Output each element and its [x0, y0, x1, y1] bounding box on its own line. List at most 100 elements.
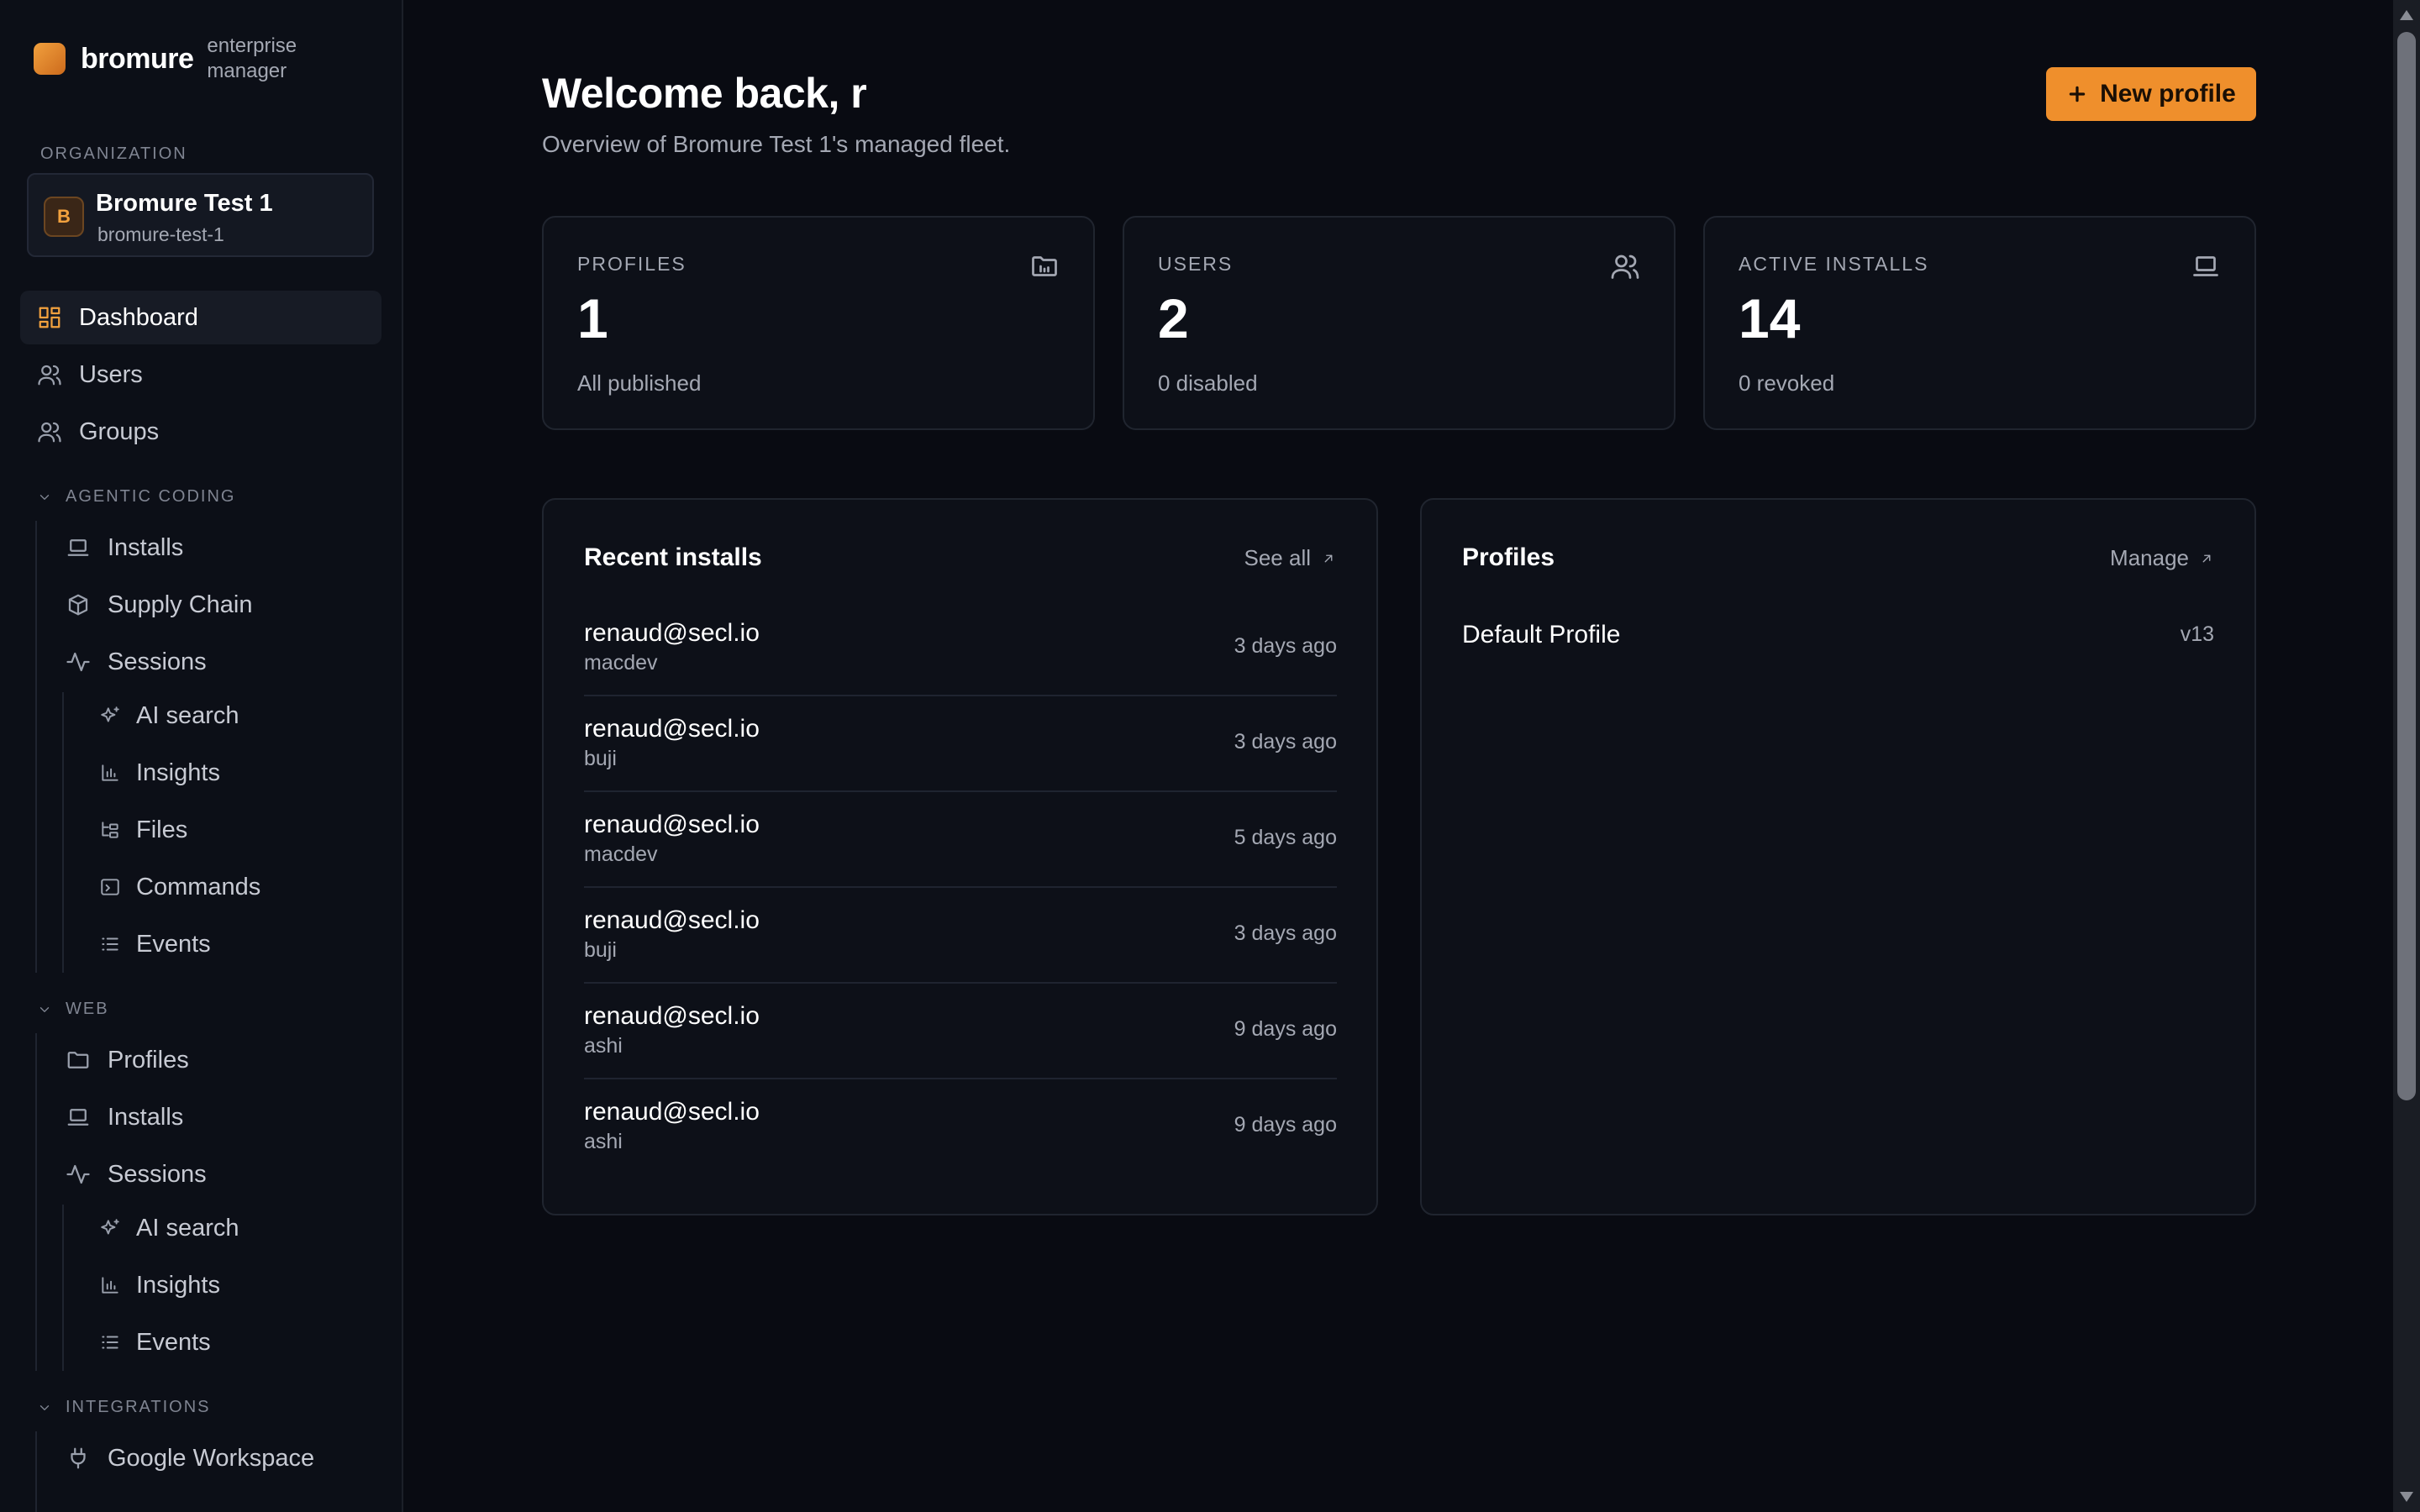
terminal-icon — [101, 879, 119, 895]
sidebar-item-groups[interactable]: Groups — [20, 405, 381, 459]
brand-subtitle: enterprise manager — [207, 34, 297, 82]
organization-label: ORGANIZATION — [40, 144, 187, 163]
install-row[interactable]: renaud@secl.io ashi 9 days ago — [584, 1079, 1337, 1175]
page-scrollbar[interactable] — [2393, 0, 2420, 1512]
scroll-thumb[interactable] — [2397, 32, 2416, 1100]
sidebar-item-web-events[interactable]: Events — [81, 1315, 375, 1369]
install-time: 9 days ago — [1234, 1017, 1337, 1041]
sidebar-item-agentic-commands[interactable]: Commands — [81, 860, 375, 914]
sidebar-item-supply-chain[interactable]: Supply Chain — [49, 578, 376, 632]
new-profile-button[interactable]: New profile — [2046, 67, 2256, 121]
stat-value: 14 — [1739, 287, 1801, 349]
scroll-up-arrow[interactable] — [2400, 10, 2413, 20]
sidebar-item-label: Google Workspace — [108, 1444, 315, 1472]
laptop-icon — [67, 1109, 89, 1126]
sidebar-item-web-profiles[interactable]: Profiles — [49, 1033, 376, 1087]
page-title: Welcome back, r — [542, 70, 867, 117]
see-all-link[interactable]: See all — [1244, 545, 1337, 571]
sidebar-item-agentic-installs[interactable]: Installs — [49, 521, 376, 575]
sidebar-item-agentic-files[interactable]: Files — [81, 803, 375, 857]
sidebar-item-web-installs[interactable]: Installs — [49, 1090, 376, 1144]
group-title: AGENTIC CODING — [66, 487, 236, 506]
sidebar-item-label: Events — [136, 930, 211, 958]
install-row[interactable]: renaud@secl.io macdev 5 days ago — [584, 792, 1337, 888]
group-agentic-coding[interactable]: AGENTIC CODING — [37, 487, 235, 507]
sidebar-item-label: Insights — [136, 1271, 220, 1299]
bar-chart-icon — [102, 764, 118, 781]
brand-logo — [34, 43, 66, 75]
install-row[interactable]: renaud@secl.io buji 3 days ago — [584, 888, 1337, 984]
list-icon — [102, 1336, 118, 1349]
sparkles-icon — [101, 706, 119, 722]
stat-value: 2 — [1158, 287, 1189, 349]
group-integrations[interactable]: INTEGRATIONS — [37, 1398, 211, 1417]
laptop-icon — [67, 539, 89, 556]
stat-card-users[interactable]: USERS 2 0 disabled — [1123, 216, 1676, 430]
install-host: macdev — [584, 651, 658, 675]
install-email: renaud@secl.io — [584, 1098, 760, 1126]
install-row[interactable]: renaud@secl.io buji 3 days ago — [584, 696, 1337, 792]
install-host: macdev — [584, 843, 658, 866]
sidebar-item-web-ai-search[interactable]: AI search — [81, 1201, 375, 1255]
install-row[interactable]: renaud@secl.io macdev 3 days ago — [584, 601, 1337, 696]
sidebar-item-agentic-ai-search[interactable]: AI search — [81, 689, 375, 743]
sidebar-item-label: Files — [136, 816, 188, 843]
group-title: INTEGRATIONS — [66, 1398, 211, 1416]
sidebar-item-dashboard[interactable]: Dashboard — [20, 291, 381, 344]
sidebar-item-users[interactable]: Users — [20, 348, 381, 402]
profiles-panel: Profiles Manage Default Profile v13 — [1420, 498, 2256, 1215]
stat-card-active-installs[interactable]: ACTIVE INSTALLS 14 0 revoked — [1703, 216, 2256, 430]
sidebar-item-web-sessions[interactable]: Sessions — [49, 1147, 376, 1201]
sidebar-item-label: Installs — [108, 533, 184, 561]
install-time: 3 days ago — [1234, 730, 1337, 753]
install-row[interactable]: renaud@secl.io ashi 9 days ago — [584, 984, 1337, 1079]
sidebar-item-agentic-insights[interactable]: Insights — [81, 746, 375, 800]
group-title: WEB — [66, 1000, 109, 1018]
sidebar: bromure enterprise manager ORGANIZATION … — [0, 0, 403, 1512]
brand-name: bromure — [81, 42, 194, 75]
laptop-icon — [2193, 256, 2218, 276]
folder-tree-icon — [102, 822, 118, 838]
group-web[interactable]: WEB — [37, 1000, 109, 1019]
folder-icon — [67, 1052, 89, 1068]
sidebar-item-web-insights[interactable]: Insights — [81, 1258, 375, 1312]
sidebar-item-label: Groups — [79, 417, 160, 445]
chevron-down-icon — [39, 494, 50, 500]
sidebar-item-label: Events — [136, 1328, 211, 1356]
sidebar-item-google-workspace[interactable]: Google Workspace — [49, 1431, 376, 1485]
sidebar-item-agentic-events[interactable]: Events — [81, 917, 375, 971]
stat-label: USERS — [1158, 253, 1234, 275]
install-time: 9 days ago — [1234, 1113, 1337, 1137]
install-host: buji — [584, 938, 617, 962]
package-icon — [68, 594, 88, 616]
scroll-down-arrow[interactable] — [2400, 1492, 2413, 1502]
chevron-down-icon — [39, 1404, 50, 1410]
org-switcher[interactable]: B Bromure Test 1 bromure-test-1 — [27, 173, 374, 257]
stat-label: ACTIVE INSTALLS — [1739, 253, 1929, 275]
install-email: renaud@secl.io — [584, 1002, 760, 1030]
manage-link[interactable]: Manage — [2110, 545, 2214, 571]
install-host: ashi — [584, 1130, 623, 1153]
panel-title: Profiles — [1462, 543, 1555, 571]
org-slug: bromure-test-1 — [97, 223, 224, 245]
folder-icon — [1032, 256, 1057, 276]
tree-line — [62, 1205, 64, 1371]
org-avatar: B — [44, 197, 84, 237]
tree-line — [35, 1033, 37, 1371]
chevron-down-icon — [39, 1006, 50, 1012]
stat-card-profiles[interactable]: PROFILES 1 All published — [542, 216, 1095, 430]
recent-installs-panel: Recent installs See all renaud@secl.io m… — [542, 498, 1378, 1215]
stat-label: PROFILES — [577, 253, 687, 275]
sidebar-item-label: AI search — [136, 1214, 239, 1242]
sidebar-item-label: Sessions — [108, 1160, 207, 1188]
arrow-up-right-icon — [2202, 554, 2211, 562]
install-email: renaud@secl.io — [584, 715, 760, 743]
sidebar-item-label: Supply Chain — [108, 591, 253, 618]
brand[interactable]: bromure enterprise manager — [34, 34, 316, 84]
sidebar-item-agentic-sessions[interactable]: Sessions — [49, 635, 376, 689]
sparkles-icon — [101, 1219, 119, 1235]
arrow-up-right-icon — [1324, 554, 1333, 562]
panel-title: Recent installs — [584, 543, 762, 571]
install-email: renaud@secl.io — [584, 619, 760, 647]
tree-line — [35, 521, 37, 973]
